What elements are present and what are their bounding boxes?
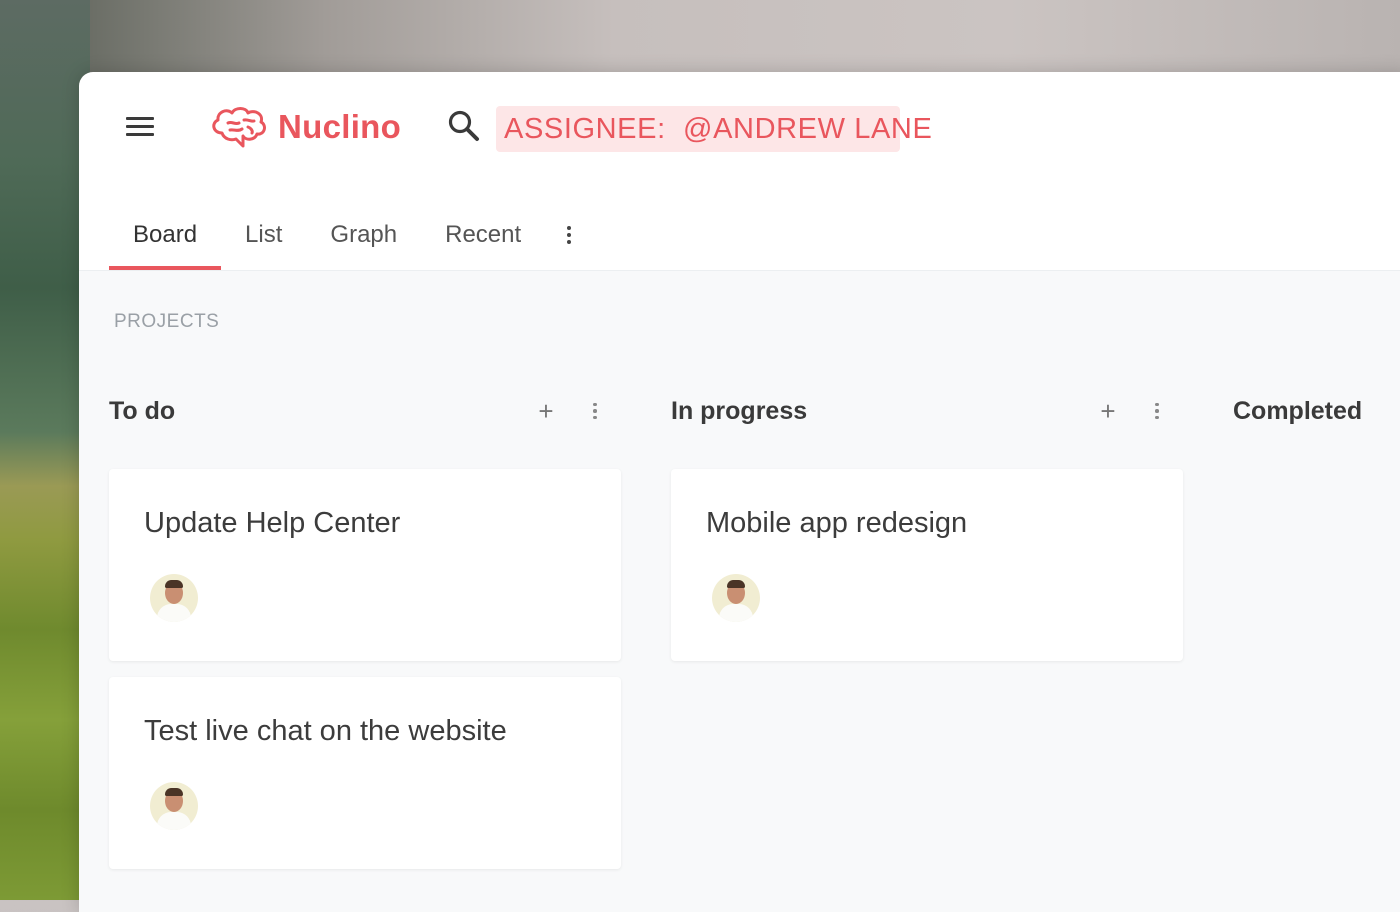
card-title: Test live chat on the website xyxy=(144,715,507,747)
plus-icon[interactable]: + xyxy=(533,398,559,424)
plus-icon[interactable]: + xyxy=(1095,398,1121,424)
column-to-do: To do + Update Help Center Test live cha… xyxy=(109,381,621,869)
column-header: Completed xyxy=(1233,381,1400,441)
card[interactable]: Update Help Center xyxy=(109,469,621,661)
section-label: PROJECTS xyxy=(114,311,220,332)
more-vertical-icon[interactable] xyxy=(1149,398,1165,424)
logo[interactable]: Nuclino xyxy=(208,102,401,152)
tab-recent-label: Recent xyxy=(445,221,522,248)
logo-text: Nuclino xyxy=(278,108,402,145)
column-title: To do xyxy=(109,396,176,425)
column-title: In progress xyxy=(671,396,808,425)
tab-board-label: Board xyxy=(133,221,198,248)
menu-icon[interactable] xyxy=(126,117,154,139)
search-icon[interactable] xyxy=(447,109,481,143)
more-vertical-icon[interactable] xyxy=(587,398,603,424)
column-title: Completed xyxy=(1233,396,1363,425)
column-header: In progress + xyxy=(671,381,1183,441)
board-area: PROJECTS To do + Update Help Center Test… xyxy=(79,270,1400,912)
column-in-progress: In progress + Mobile app redesign xyxy=(671,381,1183,661)
brain-icon xyxy=(212,107,266,148)
card[interactable]: Mobile app redesign xyxy=(671,469,1183,661)
avatar[interactable] xyxy=(712,574,760,622)
column-completed: Completed xyxy=(1233,381,1400,441)
column-header: To do + xyxy=(109,381,621,441)
avatar[interactable] xyxy=(150,574,198,622)
card[interactable]: Test live chat on the website xyxy=(109,677,621,869)
top-bar: Nuclino ASSIGNEE: @ANDREW LANE xyxy=(79,72,1400,182)
view-tabs: Board List Graph Recent xyxy=(109,200,593,270)
more-tabs-button[interactable] xyxy=(545,200,593,270)
tab-list-label: List xyxy=(245,221,283,248)
tab-board[interactable]: Board xyxy=(109,200,222,270)
app-window: Nuclino ASSIGNEE: @ANDREW LANE Board Lis… xyxy=(79,72,1400,912)
card-title: Update Help Center xyxy=(144,507,401,539)
card-title: Mobile app redesign xyxy=(706,507,968,539)
tab-recent[interactable]: Recent xyxy=(421,200,545,270)
background-scenery-left xyxy=(0,0,90,900)
tab-graph[interactable]: Graph xyxy=(306,200,421,270)
tab-list[interactable]: List xyxy=(221,200,306,270)
tab-graph-label: Graph xyxy=(330,221,398,248)
search-query-text: ASSIGNEE: @ANDREW LANE xyxy=(504,112,933,145)
avatar[interactable] xyxy=(150,782,198,830)
search-input[interactable]: ASSIGNEE: @ANDREW LANE xyxy=(496,106,932,152)
more-vertical-icon xyxy=(567,226,572,230)
